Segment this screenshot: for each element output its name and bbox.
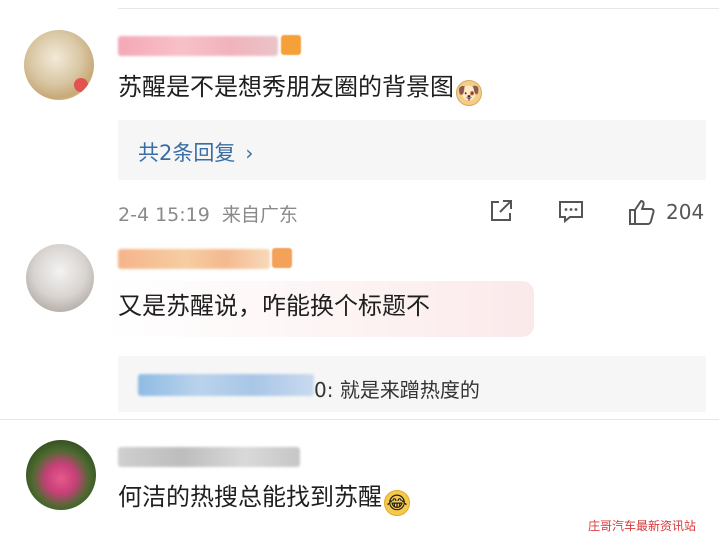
- user-level-badge-icon: [281, 35, 301, 55]
- comment-divider: [0, 419, 719, 420]
- like-button[interactable]: [626, 196, 658, 230]
- thumbs-up-icon: [629, 200, 655, 225]
- view-replies-link[interactable]: 共2条回复 ›: [138, 137, 253, 167]
- avatar[interactable]: [24, 30, 94, 100]
- user-level-badge-icon: [272, 248, 292, 268]
- comment-text: 又是苏醒说，咋能换个标题不: [118, 292, 430, 320]
- view-replies-label: 共2条回复: [138, 141, 236, 165]
- username-blurred[interactable]: [118, 249, 270, 269]
- username-blurred[interactable]: [118, 447, 300, 467]
- avatar[interactable]: [26, 244, 94, 312]
- comment-text: 苏醒是不是想秀朋友圈的背景图 🐶: [118, 72, 482, 106]
- comment-location: 来自广东: [221, 204, 298, 226]
- comment-meta: 2-4 15:19 来自广东: [118, 200, 298, 227]
- comment-time: 2-4 15:19: [118, 204, 210, 226]
- sub-reply-text: 0: 就是来蹭热度的: [314, 378, 480, 402]
- sub-reply-username-blurred[interactable]: [138, 374, 314, 396]
- watermark: 庄哥汽车最新资讯站: [588, 519, 697, 533]
- comment-text-content: 何洁的热搜总能找到苏醒: [118, 483, 382, 511]
- top-divider: [118, 8, 719, 9]
- avatar-badge: [74, 78, 88, 92]
- comment-button[interactable]: [556, 196, 586, 230]
- laughing-crying-emoji-icon: 😂: [384, 490, 410, 516]
- comment-text-content: 苏醒是不是想秀朋友圈的背景图: [118, 73, 454, 101]
- comment-icon: [559, 201, 583, 224]
- chevron-right-icon: ›: [245, 141, 254, 165]
- username-blurred[interactable]: [118, 36, 278, 56]
- share-icon: [491, 200, 512, 221]
- avatar[interactable]: [26, 440, 96, 510]
- like-count: 204: [666, 200, 705, 224]
- comment-text: 何洁的热搜总能找到苏醒 😂: [118, 482, 410, 516]
- doge-emoji-icon: 🐶: [456, 80, 482, 106]
- share-button[interactable]: [486, 196, 516, 230]
